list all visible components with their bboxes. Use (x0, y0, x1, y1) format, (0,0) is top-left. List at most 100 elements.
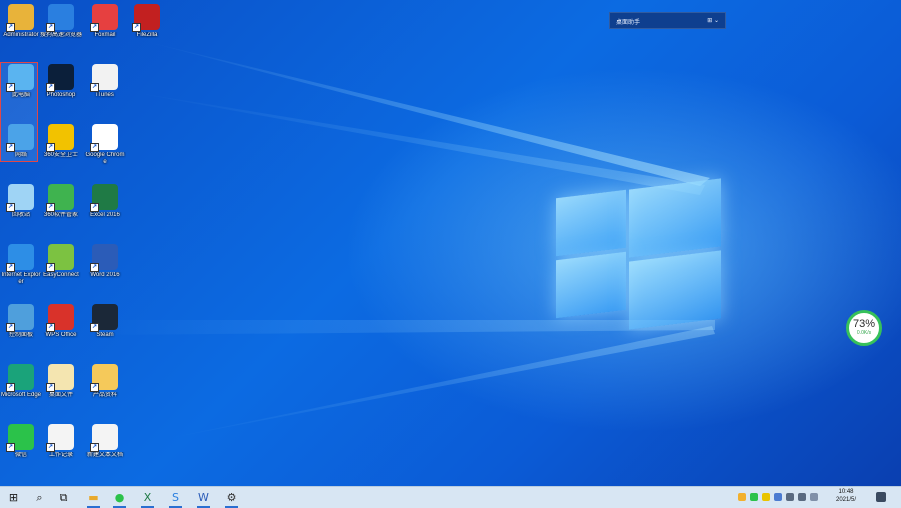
desktop-icon[interactable]: ↗ Microsoft Edge (0, 362, 42, 414)
desktop-icon-label: WPS Office (45, 332, 77, 338)
wechat-taskbar-icon[interactable]: ● (112, 490, 127, 508)
shortcut-arrow-icon: ↗ (6, 23, 15, 32)
shortcut-arrow-icon: ↗ (46, 443, 55, 452)
clock[interactable]: 10:48 2021/5/ (826, 488, 866, 504)
sogou-browser-icon: ↗ (46, 4, 74, 32)
desktop-icon[interactable]: ↗ Word 2016 (84, 242, 126, 294)
desktop-icon[interactable]: ↗ 360软件管家 (40, 182, 82, 234)
desktop-icon-label: Internet Explorer (1, 272, 41, 285)
search-icon[interactable]: ⌕ (32, 490, 47, 505)
gauge-speed: 0.0K/s (856, 330, 872, 336)
desktop-icon-label: Steam (96, 332, 114, 338)
tray-360-icon[interactable] (762, 493, 770, 501)
shortcut-arrow-icon: ↗ (90, 83, 99, 92)
shortcut-arrow-icon: ↗ (6, 263, 15, 272)
shortcut-arrow-icon: ↗ (90, 23, 99, 32)
desktop-icon[interactable]: ↗ Foxmail (84, 2, 126, 54)
gauge-percent: 73% (852, 318, 876, 330)
photoshop-icon: ↗ (46, 64, 74, 92)
desktop-icon-label: Google Chrome (85, 152, 125, 165)
desktop-icon[interactable]: ↗ Administrator (0, 2, 42, 54)
this-pc-icon: ↗ (6, 64, 34, 92)
desktop-icon-label: 搜狗高速浏览器 (40, 32, 82, 38)
desktop-icon[interactable]: ↗ iTunes (84, 62, 126, 114)
desktop-icon[interactable]: ↗ 新建文本文档 (84, 422, 126, 474)
desktop-icon[interactable]: ↗ Photoshop (40, 62, 82, 114)
notepad-icon: ↗ (90, 424, 118, 452)
shortcut-arrow-icon: ↗ (132, 23, 141, 32)
start-icon[interactable]: ⊞ (6, 490, 21, 505)
desktop-assistant-widget[interactable]: 桌面助手 ⊞ ⌄ (609, 12, 726, 29)
desktop-icon[interactable]: ↗ 控制面板 (0, 302, 42, 354)
document-icon: ↗ (46, 364, 74, 392)
tray-color-icon[interactable] (738, 493, 746, 501)
file-explorer-icon[interactable]: ▬ (86, 490, 101, 508)
volume-icon[interactable] (798, 493, 806, 501)
desktop-icon-label: 控制面板 (8, 332, 33, 338)
shortcut-arrow-icon: ↗ (6, 323, 15, 332)
notification-icon[interactable] (876, 492, 886, 502)
settings-icon[interactable]: ⚙ (224, 490, 239, 508)
desktop-icon[interactable]: ↗ 桌面文件 (40, 362, 82, 414)
wechat-icon: ↗ (6, 424, 34, 452)
desktop-icon-label: 网络 (14, 152, 27, 158)
widget-menu-icon[interactable]: ⊞ ⌄ (707, 17, 719, 24)
task-view-icon[interactable]: ⧉ (56, 490, 71, 505)
desktop-icon[interactable]: ↗ Google Chrome (84, 122, 126, 174)
desktop-icon-label: Photoshop (46, 92, 76, 98)
shortcut-arrow-icon: ↗ (90, 263, 99, 272)
desktop-icon[interactable]: ↗ EasyConnect (40, 242, 82, 294)
filezilla-icon: ↗ (132, 4, 160, 32)
tray-cloud-icon[interactable] (774, 493, 782, 501)
desktop-icon[interactable]: ↗ 产品资料 (84, 362, 126, 414)
wallpaper-light-beams (90, 40, 715, 440)
chrome-icon: ↗ (90, 124, 118, 152)
shortcut-arrow-icon: ↗ (90, 443, 99, 452)
desktop-icon-label: 新建文本文档 (86, 452, 123, 458)
word-taskbar-icon[interactable]: W (196, 490, 211, 508)
desktop-icon-label: EasyConnect (43, 272, 79, 278)
sogou-taskbar-icon[interactable]: S (168, 490, 183, 508)
widget-label: 桌面助手 (616, 20, 641, 26)
desktop-icon[interactable]: ↗ 此电脑 (0, 62, 42, 114)
text-file-icon: ↗ (46, 424, 74, 452)
desktop-icon-label: iTunes (96, 92, 114, 98)
desktop-icon-label: 360软件管家 (43, 212, 78, 218)
desktop-icon[interactable]: ↗ 微信 (0, 422, 42, 474)
ime-icon[interactable] (810, 493, 818, 501)
desktop-icon-label: 微信 (14, 452, 27, 458)
shortcut-arrow-icon: ↗ (6, 383, 15, 392)
desktop-icon[interactable]: ↗ WPS Office (40, 302, 82, 354)
desktop-icon[interactable]: ↗ 回收站 (0, 182, 42, 234)
network-icon: ↗ (6, 124, 34, 152)
desktop-icon[interactable]: ↗ Excel 2016 (84, 182, 126, 234)
desktop-icon[interactable]: ↗ Steam (84, 302, 126, 354)
control-panel-icon: ↗ (6, 304, 34, 332)
desktop-icon[interactable]: ↗ Internet Explorer (0, 242, 42, 294)
clock-time: 10:48 (838, 489, 854, 495)
desktop-icon[interactable]: ↗ 网络 (0, 122, 42, 174)
desktop-icon-label: Microsoft Edge (0, 392, 42, 398)
user-folder-icon: ↗ (6, 4, 34, 32)
desktop-icon-label: Administrator (3, 32, 39, 38)
clock-date: 2021/5/ (835, 497, 857, 503)
network-speed-gauge[interactable]: 73% 0.0K/s (846, 310, 882, 346)
shortcut-arrow-icon: ↗ (46, 263, 55, 272)
360-software-icon: ↗ (46, 184, 74, 212)
shortcut-arrow-icon: ↗ (90, 143, 99, 152)
desktop-icon[interactable]: ↗ FileZilla (126, 2, 168, 54)
desktop[interactable]: ↗ Administrator ↗ 此电脑 ↗ 网络 ↗ 回收站 ↗ Internet Explo… (0, 0, 901, 486)
desktop-icon[interactable]: ↗ 工作记录 (40, 422, 82, 474)
network-icon[interactable] (786, 493, 794, 501)
steam-icon: ↗ (90, 304, 118, 332)
shortcut-arrow-icon: ↗ (46, 23, 55, 32)
desktop-icon-label: 工作记录 (48, 452, 73, 458)
tray-wechat-icon[interactable] (750, 493, 758, 501)
shortcut-arrow-icon: ↗ (90, 383, 99, 392)
excel-taskbar-icon[interactable]: X (140, 490, 155, 508)
desktop-icon-label: 360安全卫士 (43, 152, 78, 158)
desktop-icon[interactable]: ↗ 360安全卫士 (40, 122, 82, 174)
shortcut-arrow-icon: ↗ (46, 203, 55, 212)
shortcut-arrow-icon: ↗ (90, 323, 99, 332)
desktop-icon[interactable]: ↗ 搜狗高速浏览器 (40, 2, 82, 54)
